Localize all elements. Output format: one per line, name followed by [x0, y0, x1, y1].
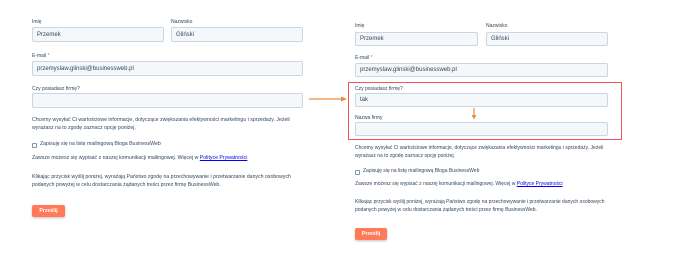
- mailing-checkbox-label: Zapisuję się na listę mailingową Bloga B…: [363, 168, 480, 174]
- required-marker: *: [370, 55, 373, 61]
- last-name-label: Nazwisko: [486, 23, 508, 29]
- arrow-down-icon: [471, 108, 477, 120]
- submit-button[interactable]: Prześlij: [32, 205, 65, 217]
- mailing-checkbox-label: Zapisuję się na listę mailingową Bloga B…: [40, 141, 161, 147]
- consent-text: Chcemy wysyłać Ci wartościowe informacje…: [32, 117, 290, 131]
- submit-note: Klikając przycisk wyślij poniżej, wyraża…: [32, 174, 291, 188]
- unsubscribe-text: Zawsze możesz się wypisać z naszej komun…: [32, 155, 248, 161]
- first-name-label: Imię: [355, 23, 365, 29]
- privacy-policy-link[interactable]: Polityce Prywatności: [517, 181, 563, 187]
- company-question-input[interactable]: tak: [355, 93, 608, 107]
- required-marker: *: [47, 53, 50, 59]
- unsubscribe-text: Zawsze możesz się wypisać z naszej komun…: [355, 181, 563, 187]
- first-name-input[interactable]: Przemek: [32, 27, 164, 42]
- company-name-input[interactable]: [355, 122, 608, 136]
- email-input[interactable]: przemyslaw.glinski@businessweb.pl: [32, 61, 303, 76]
- mailing-checkbox[interactable]: [32, 143, 37, 148]
- first-name-input[interactable]: Przemek: [355, 32, 478, 46]
- privacy-policy-link[interactable]: Polityce Prywatności: [200, 155, 248, 161]
- mailing-checkbox[interactable]: [355, 170, 360, 175]
- first-name-label: Imię: [32, 19, 42, 25]
- email-label: E-mail *: [32, 53, 50, 59]
- company-question-input[interactable]: [32, 93, 303, 108]
- email-input[interactable]: przemyslaw.glinski@businessweb.pl: [355, 63, 608, 77]
- company-name-label: Nazwa firmy: [355, 115, 383, 121]
- last-name-input[interactable]: Gliński: [171, 27, 303, 42]
- last-name-input[interactable]: Gliński: [486, 32, 608, 46]
- arrow-right-icon: [309, 96, 347, 102]
- consent-text: Chcemy wysyłać Ci wartościowe informacje…: [355, 145, 604, 159]
- email-label: E-mail *: [355, 55, 373, 61]
- submit-note: Klikając przycisk wyślij poniżej, wyraża…: [355, 199, 605, 213]
- submit-button[interactable]: Prześlij: [355, 228, 387, 240]
- company-question-label: Czy posiadasz firmę?: [32, 86, 80, 92]
- last-name-label: Nazwisko: [171, 19, 193, 25]
- company-question-label: Czy posiadasz firmę?: [355, 86, 403, 92]
